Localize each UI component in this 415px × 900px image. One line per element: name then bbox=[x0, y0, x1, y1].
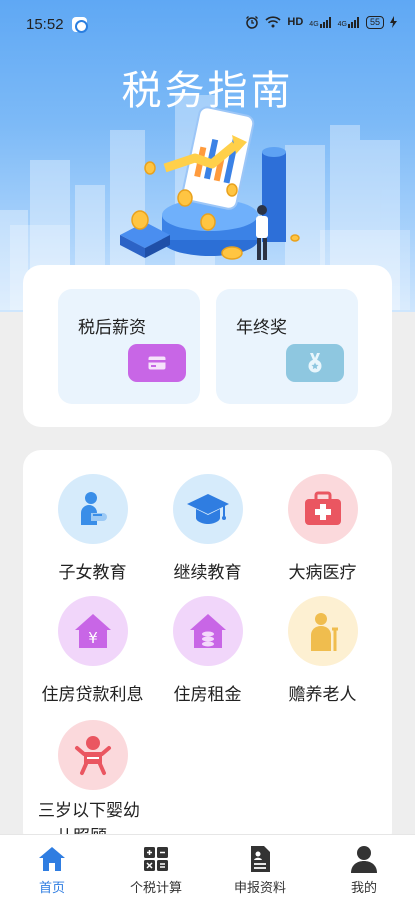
grid-item-continuing-education[interactable]: 继续教育 bbox=[146, 474, 269, 583]
wifi-icon bbox=[265, 16, 281, 28]
tab-profile[interactable]: 我的 bbox=[312, 835, 415, 900]
baby-icon bbox=[57, 720, 128, 790]
medical-kit-icon bbox=[287, 474, 358, 544]
network-type: HD bbox=[287, 16, 304, 28]
card-icon bbox=[128, 344, 186, 382]
status-bar: 15:52 HD 4G 4G 55 bbox=[0, 0, 415, 50]
house-yuan-icon: ¥ bbox=[57, 596, 128, 666]
svg-text:¥: ¥ bbox=[88, 629, 98, 647]
tab-declaration-materials[interactable]: 申报资料 bbox=[208, 835, 312, 900]
home-icon bbox=[39, 847, 65, 871]
status-indicators: HD 4G 4G 55 bbox=[245, 15, 397, 29]
grid-item-label: 赡养老人 bbox=[288, 685, 357, 705]
tab-label: 我的 bbox=[350, 881, 377, 896]
graduation-cap-icon bbox=[172, 474, 243, 544]
document-icon bbox=[251, 846, 270, 872]
profile-icon bbox=[351, 846, 377, 873]
grid-item-label: 住房贷款利息 bbox=[41, 685, 144, 705]
grid-item-label: 继续教育 bbox=[173, 563, 242, 583]
grid-item-elderly-support[interactable]: 赡养老人 bbox=[261, 596, 384, 705]
medal-icon bbox=[286, 344, 344, 382]
battery-indicator: 55 bbox=[365, 15, 384, 29]
grid-item-label: 大病医疗 bbox=[288, 563, 357, 583]
charging-icon bbox=[390, 16, 397, 28]
grid-item-serious-illness[interactable]: 大病医疗 bbox=[261, 474, 384, 583]
house-coins-icon bbox=[172, 596, 243, 666]
year-end-bonus-item[interactable]: 年终奖 bbox=[216, 289, 358, 404]
salary-tools-card: 税后薪资 年终奖 bbox=[23, 265, 392, 427]
signal-bars-icon bbox=[319, 16, 331, 28]
tab-tax-calculator[interactable]: 个税计算 bbox=[104, 835, 208, 900]
grid-item-infant-care[interactable]: 三岁以下婴幼 儿照顾 bbox=[31, 720, 154, 850]
tab-label: 首页 bbox=[38, 881, 65, 896]
grid-item-children-education[interactable]: 子女教育 bbox=[31, 474, 154, 583]
status-time: 15:52 bbox=[26, 16, 64, 33]
grid-item-housing-rent[interactable]: 住房租金 bbox=[146, 596, 269, 705]
bottom-tab-bar: 首页 个税计算 申报资料 我的 bbox=[0, 834, 415, 900]
grid-item-label: 子女教育 bbox=[58, 563, 127, 583]
app-notification-icon bbox=[72, 17, 88, 33]
child-reading-icon bbox=[57, 474, 128, 544]
alarm-icon bbox=[246, 16, 259, 29]
signal-1: 4G bbox=[309, 16, 331, 28]
elderly-person-icon bbox=[287, 596, 358, 666]
signal-bars-icon bbox=[347, 16, 359, 28]
grid-item-housing-loan[interactable]: ¥ 住房贷款利息 bbox=[31, 596, 154, 705]
tab-label: 个税计算 bbox=[129, 881, 182, 896]
signal-2: 4G bbox=[338, 16, 360, 28]
deduction-grid-card: 子女教育 继续教育 大病医疗 ¥ 住房贷款利息 住房租金 赡养老人 三岁以下婴幼 bbox=[23, 450, 392, 850]
after-tax-salary-item[interactable]: 税后薪资 bbox=[58, 289, 200, 404]
after-tax-salary-label: 税后薪资 bbox=[78, 318, 146, 338]
tab-home[interactable]: 首页 bbox=[0, 835, 104, 900]
calculator-icon bbox=[144, 847, 168, 871]
year-end-bonus-label: 年终奖 bbox=[236, 318, 287, 338]
grid-item-label: 住房租金 bbox=[173, 685, 242, 705]
tab-label: 申报资料 bbox=[233, 881, 286, 896]
